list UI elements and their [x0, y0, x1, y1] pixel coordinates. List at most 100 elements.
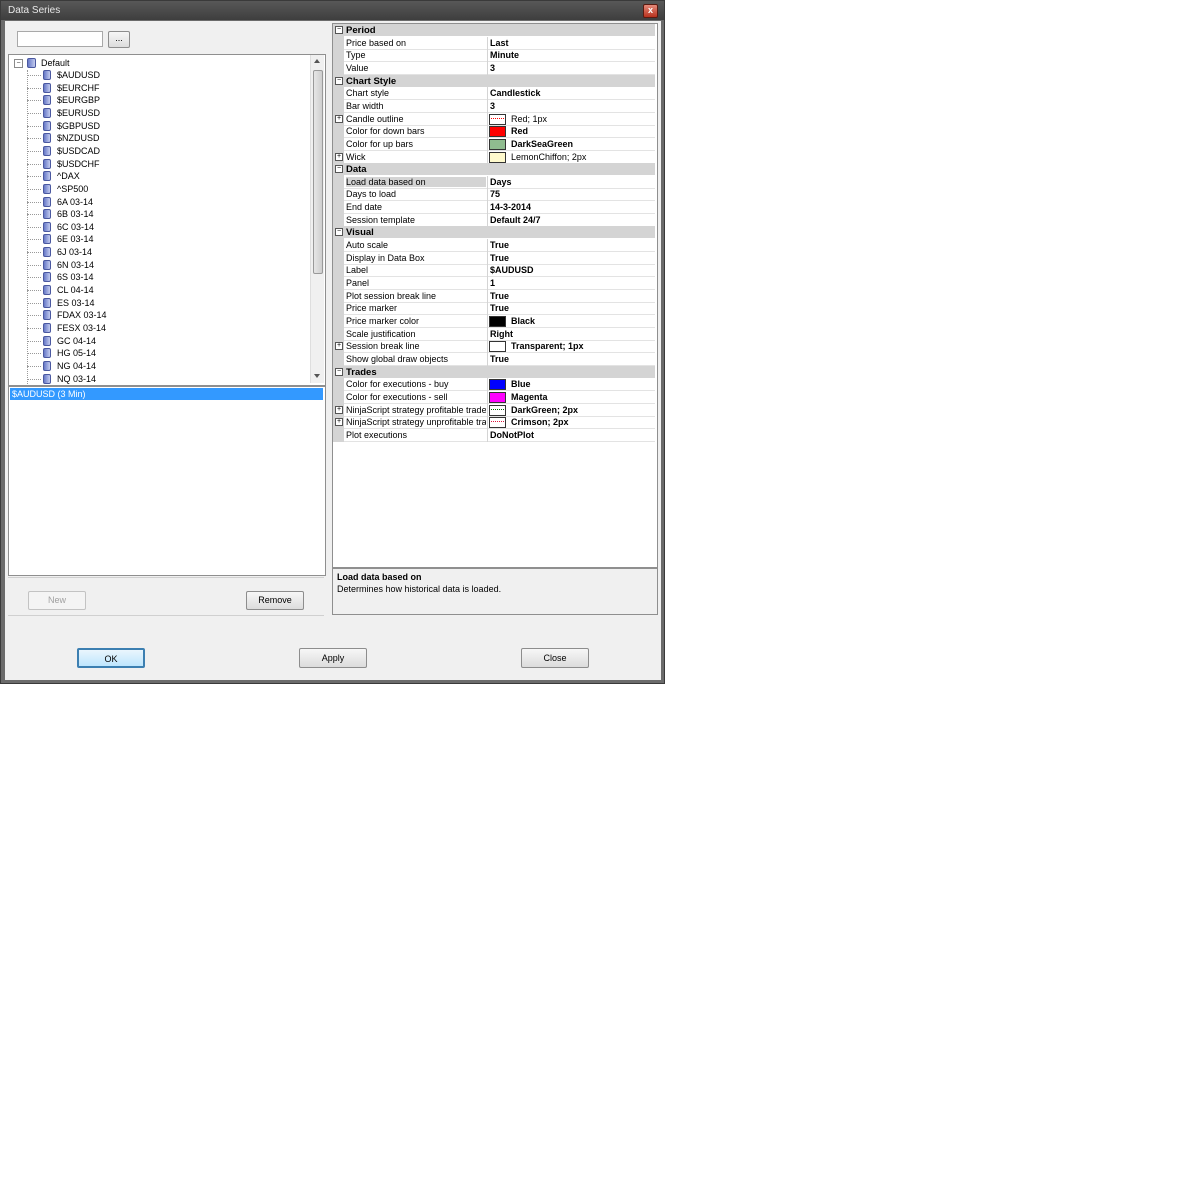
- property-category[interactable]: − Chart Style: [333, 74, 655, 88]
- property-value[interactable]: 1: [490, 278, 495, 288]
- property-value[interactable]: Magenta: [511, 392, 548, 402]
- remove-button[interactable]: Remove: [246, 591, 304, 610]
- expand-icon[interactable]: +: [335, 418, 343, 427]
- property-value[interactable]: Black: [511, 316, 535, 326]
- property-row[interactable]: Value 3: [333, 61, 655, 75]
- property-row[interactable]: Price based on Last: [333, 36, 655, 50]
- column-divider: [487, 49, 488, 63]
- property-value[interactable]: Candlestick: [490, 88, 541, 98]
- property-row[interactable]: Color for executions - sell Magenta: [333, 390, 655, 404]
- scroll-down-icon[interactable]: [314, 374, 320, 378]
- collapse-icon[interactable]: −: [335, 26, 343, 34]
- column-divider: [487, 302, 488, 316]
- property-name: Display in Data Box: [346, 252, 425, 263]
- property-category[interactable]: − Visual: [333, 226, 655, 240]
- title-bar[interactable]: Data Series x: [1, 1, 664, 20]
- scroll-up-icon[interactable]: [314, 59, 320, 63]
- window-close-button[interactable]: x: [643, 4, 658, 18]
- property-row[interactable]: Panel 1: [333, 277, 655, 290]
- property-row[interactable]: End date 14-3-2014: [333, 201, 655, 215]
- property-row[interactable]: Color for executions - buy Blue: [333, 378, 655, 392]
- property-value[interactable]: True: [490, 354, 509, 364]
- property-category[interactable]: − Trades: [333, 365, 655, 379]
- property-value[interactable]: 3: [490, 63, 495, 73]
- property-value[interactable]: Blue: [511, 379, 531, 389]
- property-row[interactable]: Display in Data Box True: [333, 251, 655, 265]
- tree-connector: [27, 188, 41, 190]
- property-value[interactable]: Last: [490, 38, 509, 48]
- instrument-search-input[interactable]: [17, 31, 103, 47]
- instrument-icon: [43, 221, 51, 232]
- property-value[interactable]: DarkSeaGreen: [511, 139, 573, 149]
- property-value[interactable]: Red; 1px: [511, 114, 547, 124]
- property-value[interactable]: True: [490, 240, 509, 250]
- property-row[interactable]: Plot executions DoNotPlot: [333, 428, 655, 442]
- property-value[interactable]: True: [490, 291, 509, 301]
- property-row[interactable]: + Wick LemonChiffon; 2px: [333, 150, 655, 164]
- row-gutter: [333, 239, 344, 253]
- property-row[interactable]: + NinjaScript strategy unprofitable trade…: [333, 416, 655, 430]
- data-series-item[interactable]: $AUDUSD (3 Min): [10, 388, 323, 400]
- property-row[interactable]: Plot session break line True: [333, 289, 655, 303]
- expand-icon[interactable]: +: [335, 152, 343, 161]
- property-value[interactable]: 14-3-2014: [490, 202, 531, 212]
- property-row[interactable]: Scale justification Right: [333, 327, 655, 341]
- property-value[interactable]: $AUDUSD: [490, 265, 534, 275]
- property-row[interactable]: Color for up bars DarkSeaGreen: [333, 137, 655, 151]
- property-row[interactable]: + Candle outline Red; 1px: [333, 112, 655, 126]
- row-gutter: [333, 277, 344, 290]
- property-value[interactable]: Minute: [490, 50, 519, 60]
- collapse-icon[interactable]: −: [14, 59, 23, 68]
- property-value[interactable]: True: [490, 253, 509, 263]
- collapse-icon[interactable]: −: [335, 367, 343, 376]
- property-category[interactable]: − Period: [333, 24, 655, 37]
- column-divider: [487, 428, 488, 442]
- collapse-icon[interactable]: −: [335, 165, 343, 174]
- property-name: Price based on: [346, 37, 407, 48]
- property-row[interactable]: Show global draw objects True: [333, 352, 655, 366]
- property-row[interactable]: Session template Default 24/7: [333, 213, 655, 227]
- property-value[interactable]: 75: [490, 189, 500, 199]
- property-row[interactable]: Bar width 3: [333, 99, 655, 113]
- expand-icon[interactable]: +: [335, 114, 343, 123]
- close-icon: x: [647, 5, 653, 15]
- expand-icon[interactable]: +: [335, 342, 343, 351]
- property-row[interactable]: Days to load 75: [333, 188, 655, 202]
- property-row[interactable]: Color for down bars Red: [333, 125, 655, 139]
- property-row[interactable]: Auto scale True: [333, 239, 655, 253]
- scroll-thumb[interactable]: [313, 70, 323, 274]
- property-row[interactable]: Price marker color Black: [333, 314, 655, 328]
- tree-scrollbar[interactable]: [310, 55, 324, 383]
- property-value[interactable]: Red: [511, 126, 528, 136]
- row-gutter: [333, 314, 344, 328]
- property-value[interactable]: LemonChiffon; 2px: [511, 152, 586, 162]
- browse-button[interactable]: ...: [108, 31, 130, 48]
- new-button[interactable]: New: [28, 591, 86, 610]
- collapse-icon[interactable]: −: [335, 228, 343, 237]
- property-value[interactable]: Right: [490, 329, 513, 339]
- property-row[interactable]: Load data based on Days: [333, 175, 655, 189]
- property-row[interactable]: Type Minute: [333, 49, 655, 63]
- property-row[interactable]: Chart style Candlestick: [333, 87, 655, 101]
- row-gutter: [333, 61, 344, 75]
- ok-button[interactable]: OK: [77, 648, 145, 668]
- property-row[interactable]: + NinjaScript strategy profitable trade Da…: [333, 403, 655, 417]
- property-value[interactable]: Crimson; 2px: [511, 417, 569, 427]
- property-category[interactable]: − Data: [333, 163, 655, 177]
- property-row[interactable]: + Session break line Transparent; 1px: [333, 340, 655, 354]
- expand-icon[interactable]: +: [335, 405, 343, 414]
- property-row[interactable]: Label $AUDUSD: [333, 264, 655, 278]
- property-row[interactable]: Price marker True: [333, 302, 655, 316]
- property-value[interactable]: 3: [490, 101, 495, 111]
- property-value[interactable]: DoNotPlot: [490, 430, 534, 440]
- property-value[interactable]: Transparent; 1px: [511, 341, 584, 351]
- property-value[interactable]: Days: [490, 177, 512, 187]
- property-value[interactable]: DarkGreen; 2px: [511, 405, 578, 415]
- property-value[interactable]: True: [490, 303, 509, 313]
- close-button[interactable]: Close: [521, 648, 589, 668]
- property-value[interactable]: Default 24/7: [490, 215, 541, 225]
- category-label: Data: [346, 164, 367, 176]
- collapse-icon[interactable]: −: [335, 76, 343, 85]
- apply-button[interactable]: Apply: [299, 648, 367, 668]
- tree-item-label: ES 03-14: [57, 297, 95, 308]
